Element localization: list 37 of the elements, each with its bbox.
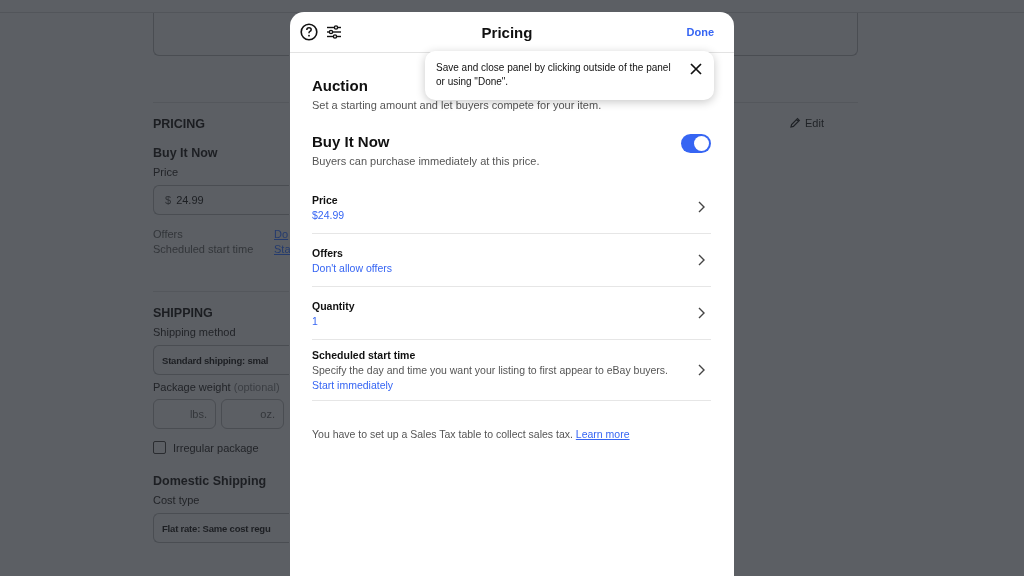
help-button[interactable] — [300, 23, 318, 41]
chevron-right-icon — [698, 307, 705, 319]
option-title: Auction — [312, 77, 368, 94]
price-field[interactable]: $ 24.99 — [153, 185, 289, 215]
help-icon — [300, 23, 318, 41]
field-label: Cost type — [153, 494, 201, 506]
checkbox[interactable] — [153, 441, 166, 454]
sliders-icon — [326, 24, 342, 40]
chevron-right-icon — [698, 201, 705, 213]
field-label: Shipping method — [153, 326, 237, 338]
tooltip-text: Save and close panel by clicking outside of the panel or using "Done". — [436, 61, 671, 89]
close-button[interactable] — [690, 63, 702, 75]
filter-button[interactable] — [326, 24, 342, 40]
section-subheading: Buy It Now — [153, 146, 219, 160]
option-title: Buy It Now — [312, 133, 390, 150]
close-icon — [690, 63, 702, 75]
field-label: Price — [153, 166, 180, 178]
info-text: You have to set up a Sales Tax table to collect sales tax. Learn more — [312, 428, 631, 440]
chevron-right-icon — [698, 364, 705, 376]
section-heading: SHIPPING — [153, 306, 214, 320]
checkbox-label: Irregular package — [173, 441, 259, 454]
pencil-icon — [789, 117, 801, 129]
cost-type-dropdown[interactable]: Flat rate: Same cost regu — [153, 513, 289, 543]
option-description: Set a starting amount and let buyers compete for your item. — [312, 99, 602, 111]
chevron-right-icon — [698, 254, 705, 266]
setting-row[interactable]: Offers Don't allow offers — [312, 234, 711, 287]
learn-more-link[interactable]: Learn more — [575, 428, 630, 440]
setting-row[interactable]: Quantity 1 — [312, 287, 711, 340]
setting-row[interactable]: Price $24.99 — [312, 181, 711, 234]
section-heading: PRICING — [153, 117, 207, 131]
shipping-method-dropdown[interactable]: Standard shipping: smal — [153, 345, 289, 375]
section-subheading: Domestic Shipping — [153, 474, 268, 488]
toggle-switch[interactable] — [681, 134, 711, 153]
done-button[interactable]: Done — [686, 26, 714, 38]
panel-title: Pricing — [480, 23, 534, 41]
option-description: Buyers can purchase immediately at this price. — [312, 155, 540, 167]
setting-row[interactable]: Scheduled start time Specify the day and time you want your listing to first appear to eBay buyers. Start immediately — [312, 340, 711, 401]
